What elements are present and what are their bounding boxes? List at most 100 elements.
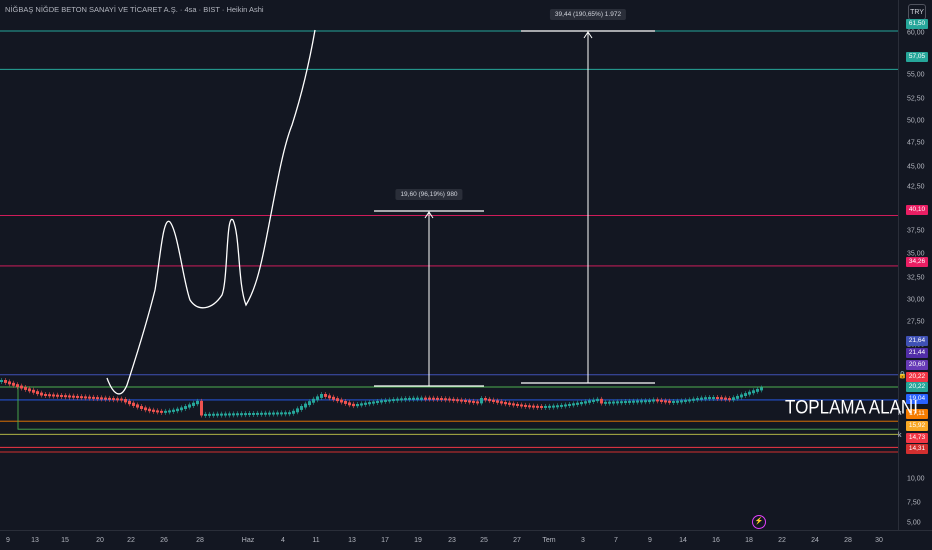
chart-canvas[interactable]	[0, 0, 898, 530]
time-tick: 22	[778, 537, 786, 544]
candle	[376, 400, 379, 404]
candle	[260, 412, 263, 415]
price-tag: 57,05	[906, 52, 928, 62]
candle	[308, 401, 311, 406]
chart-area[interactable]	[0, 0, 898, 530]
k-marker-1: k	[898, 410, 902, 417]
price-tag: 20,22	[906, 372, 928, 382]
candle	[392, 399, 395, 402]
candle	[432, 397, 435, 400]
candle	[72, 395, 75, 398]
price-tag: 40,10	[906, 205, 928, 215]
candle	[20, 385, 23, 389]
time-tick: 28	[844, 537, 852, 544]
candle	[656, 399, 659, 402]
time-tick: 22	[127, 537, 135, 544]
candle	[164, 410, 167, 413]
price-tick: 52,50	[907, 95, 925, 103]
candle	[460, 399, 463, 402]
candle	[756, 388, 759, 392]
candle	[500, 401, 503, 404]
candle	[92, 396, 95, 399]
price-tick: 7,50	[907, 499, 921, 507]
symbol-title[interactable]: NİĞBAŞ NİĞDE BETON SANAYİ VE TİCARET A.Ş…	[5, 5, 264, 14]
candle	[716, 397, 719, 400]
candle	[100, 397, 103, 400]
candle	[316, 396, 319, 401]
candle	[420, 397, 423, 400]
time-tick: 16	[712, 537, 720, 544]
candle	[512, 403, 515, 406]
time-tick: 30	[875, 537, 883, 544]
time-axis[interactable]: 9 13 15 20 22 26 28 Haz 4 11 13 17 19 23 25 27 Tem 3 7 9 14 1…	[0, 530, 932, 550]
candle	[252, 412, 255, 415]
candle	[68, 395, 71, 398]
candle	[684, 399, 687, 402]
candle	[568, 403, 571, 406]
candle	[636, 400, 639, 403]
time-tick: 15	[61, 537, 69, 544]
candle	[744, 393, 747, 396]
time-tick: 27	[513, 537, 521, 544]
candle	[408, 397, 411, 400]
price-tick: 30,00	[907, 296, 925, 304]
candle	[600, 398, 603, 404]
candles-group	[0, 378, 763, 418]
lightning-icon[interactable]: ⚡	[752, 515, 766, 529]
candle	[240, 413, 243, 416]
candle	[416, 397, 419, 400]
candle	[464, 400, 467, 403]
candle	[544, 405, 547, 408]
candle	[196, 400, 199, 405]
candle	[704, 397, 707, 400]
candle	[452, 398, 455, 401]
candle	[244, 413, 247, 416]
candle	[752, 390, 755, 394]
candle	[248, 413, 251, 416]
candle	[732, 397, 735, 401]
price-tag: 14,31	[906, 444, 928, 454]
candle	[60, 394, 63, 397]
candle	[428, 397, 431, 400]
price-tick: 27,50	[907, 318, 925, 326]
candle	[724, 397, 727, 400]
candle	[272, 412, 275, 415]
candle	[440, 398, 443, 401]
lock-icon: 🔒	[898, 372, 907, 379]
candle	[604, 401, 607, 404]
candle	[276, 412, 279, 415]
time-tick: Tem	[542, 537, 556, 544]
candle	[400, 398, 403, 401]
candle	[504, 402, 507, 405]
time-tick: 9	[6, 537, 10, 544]
candle	[748, 391, 751, 395]
candle	[368, 402, 371, 405]
candle	[580, 402, 583, 405]
candle	[296, 408, 299, 413]
candle	[524, 404, 527, 407]
freehand-drawing[interactable]	[106, 29, 316, 395]
candle	[224, 413, 227, 416]
candle	[572, 403, 575, 406]
candle	[528, 405, 531, 408]
candle	[24, 387, 27, 390]
candle	[304, 403, 307, 408]
time-tick: 9	[648, 537, 652, 544]
candle	[596, 398, 599, 402]
candle	[404, 398, 407, 401]
time-tick: 7	[614, 537, 618, 544]
candle	[552, 405, 555, 408]
candle	[332, 396, 335, 400]
candle	[76, 395, 79, 398]
candle	[700, 397, 703, 400]
candle	[152, 409, 155, 412]
candle	[200, 400, 203, 416]
candle	[88, 396, 91, 399]
candle	[396, 398, 399, 401]
candle	[448, 398, 451, 401]
candle	[188, 404, 191, 408]
candle	[672, 400, 675, 403]
measure-label-2: 39,44 (190,65%) 1.972	[549, 9, 627, 20]
candle	[620, 401, 623, 404]
candle	[760, 387, 763, 391]
